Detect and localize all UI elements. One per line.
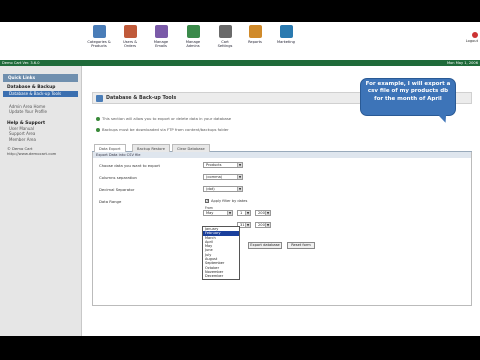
toolbar-label: Marketing <box>277 40 295 44</box>
settings-icon <box>218 25 232 38</box>
sidebar-header: Quick Links <box>3 74 78 82</box>
chevron-down-icon: ▼ <box>265 223 270 227</box>
users-icon <box>123 25 137 38</box>
chevron-down-icon: ▼ <box>237 187 242 191</box>
version-label: Demo Cart Ver. 3.6.0 <box>2 61 40 65</box>
select-value: Products <box>206 163 222 167</box>
filter-by-dates-label: Apply filter by dates <box>211 199 248 203</box>
data-range-label: Data Range <box>99 199 122 204</box>
sidebar-footer: © Demo Cart http://www.democart.com <box>0 146 81 157</box>
sidebar-item-database-tools[interactable]: Database & Back-up Tools <box>3 91 78 97</box>
sidebar-section-database: Database & Backup <box>7 85 56 90</box>
info-icon <box>96 128 100 132</box>
reports-icon <box>248 25 262 38</box>
browser-screen: Categories & Products Users & Orders Man… <box>0 22 480 336</box>
column-separation-label: Columns separation <box>99 175 137 180</box>
toolbar-label: Users & Orders <box>122 40 137 49</box>
sidebar: Quick Links Database & Backup Database &… <box>0 66 82 336</box>
info-icon <box>96 117 100 121</box>
toolbar-categories-products[interactable]: Categories & Products <box>84 25 114 48</box>
logout-link[interactable]: Logout <box>466 32 478 43</box>
decimal-separator-select[interactable]: (dot) ▼ <box>203 186 243 192</box>
select-value: 1 <box>240 211 243 215</box>
footer-url[interactable]: http://www.democart.com <box>7 151 81 157</box>
toolbar-reports[interactable]: Reports <box>240 25 270 44</box>
export-what-label: Choose data you want to export <box>99 163 161 168</box>
video-frame: Categories & Products Users & Orders Man… <box>0 0 480 360</box>
logout-icon <box>472 32 478 38</box>
database-icon <box>96 95 103 102</box>
chevron-down-icon: ▼ <box>245 211 250 215</box>
info-text: Backups must be downloaded via FTP from … <box>102 127 229 132</box>
select-value: (comma) <box>206 175 223 179</box>
chevron-down-icon: ▼ <box>265 211 270 215</box>
toolbar-label: Manage Emails <box>153 40 169 49</box>
select-value: (dot) <box>206 187 215 191</box>
top-toolbar: Categories & Products Users & Orders Man… <box>0 22 480 60</box>
from-month-select[interactable]: May ▼ <box>203 210 233 216</box>
to-year-select[interactable]: 2006 ▼ <box>255 222 271 228</box>
export-what-select[interactable]: Products ▼ <box>203 162 243 168</box>
export-form: Export Data into CSV file Choose data yo… <box>92 152 472 306</box>
column-separation-select[interactable]: (comma) ▼ <box>203 174 243 180</box>
toolbar-marketing[interactable]: Marketing <box>271 25 301 44</box>
month-option[interactable]: December <box>203 274 239 278</box>
toolbar-cart-settings[interactable]: Cart Settings <box>210 25 240 48</box>
logout-label: Logout <box>465 39 478 43</box>
reset-form-button[interactable]: Reset form <box>287 242 315 249</box>
tab-backup-restore[interactable]: Backup Restore <box>132 144 170 152</box>
chevron-down-icon: ▼ <box>227 211 232 215</box>
chevron-down-icon: ▼ <box>245 223 250 227</box>
select-value: May <box>206 211 214 215</box>
info-line-2: Backups must be downloaded via FTP from … <box>96 127 229 132</box>
toolbar-label: Manage Admins <box>185 40 201 49</box>
categories-icon <box>92 25 106 38</box>
sidebar-item-update-profile[interactable]: Update Your Profile <box>0 109 81 115</box>
tab-bar: Data Export Backup Restore Clear Databas… <box>92 144 472 152</box>
tab-data-export[interactable]: Data Export <box>94 144 126 152</box>
emails-icon <box>154 25 168 38</box>
toolbar-users-orders[interactable]: Users & Orders <box>115 25 145 48</box>
select-value: 31 <box>240 223 245 227</box>
toolbar-label: Categories & Products <box>87 40 111 49</box>
page-title: Database & Back-up Tools <box>106 96 177 101</box>
chevron-down-icon: ▼ <box>237 163 242 167</box>
toolbar-label: Cart Settings <box>217 40 233 49</box>
sidebar-item-member-area[interactable]: Member Area <box>0 137 81 143</box>
decimal-separator-label: Decimal Separator <box>99 187 135 192</box>
toolbar-manage-emails[interactable]: Manage Emails <box>146 25 176 48</box>
form-header: Export Data into CSV file <box>93 152 471 158</box>
tutorial-callout: For example, I will export a csv file of… <box>360 78 456 116</box>
chevron-down-icon: ▼ <box>237 175 242 179</box>
toolbar-label: Reports <box>248 40 262 44</box>
tab-clear-database[interactable]: Clear Database <box>172 144 210 152</box>
month-dropdown-list[interactable]: January February March April May June Ju… <box>202 226 240 280</box>
info-line-1: This section will allow you to export or… <box>96 116 231 121</box>
from-day-select[interactable]: 1 ▼ <box>237 210 251 216</box>
export-database-button[interactable]: Export database <box>248 242 282 249</box>
from-year-select[interactable]: 2006 ▼ <box>255 210 271 216</box>
marketing-icon <box>279 25 293 38</box>
info-text: This section will allow you to export or… <box>102 116 232 121</box>
admins-icon <box>186 25 200 38</box>
toolbar-manage-admins[interactable]: Manage Admins <box>178 25 208 48</box>
filter-by-dates-checkbox[interactable] <box>205 198 209 203</box>
